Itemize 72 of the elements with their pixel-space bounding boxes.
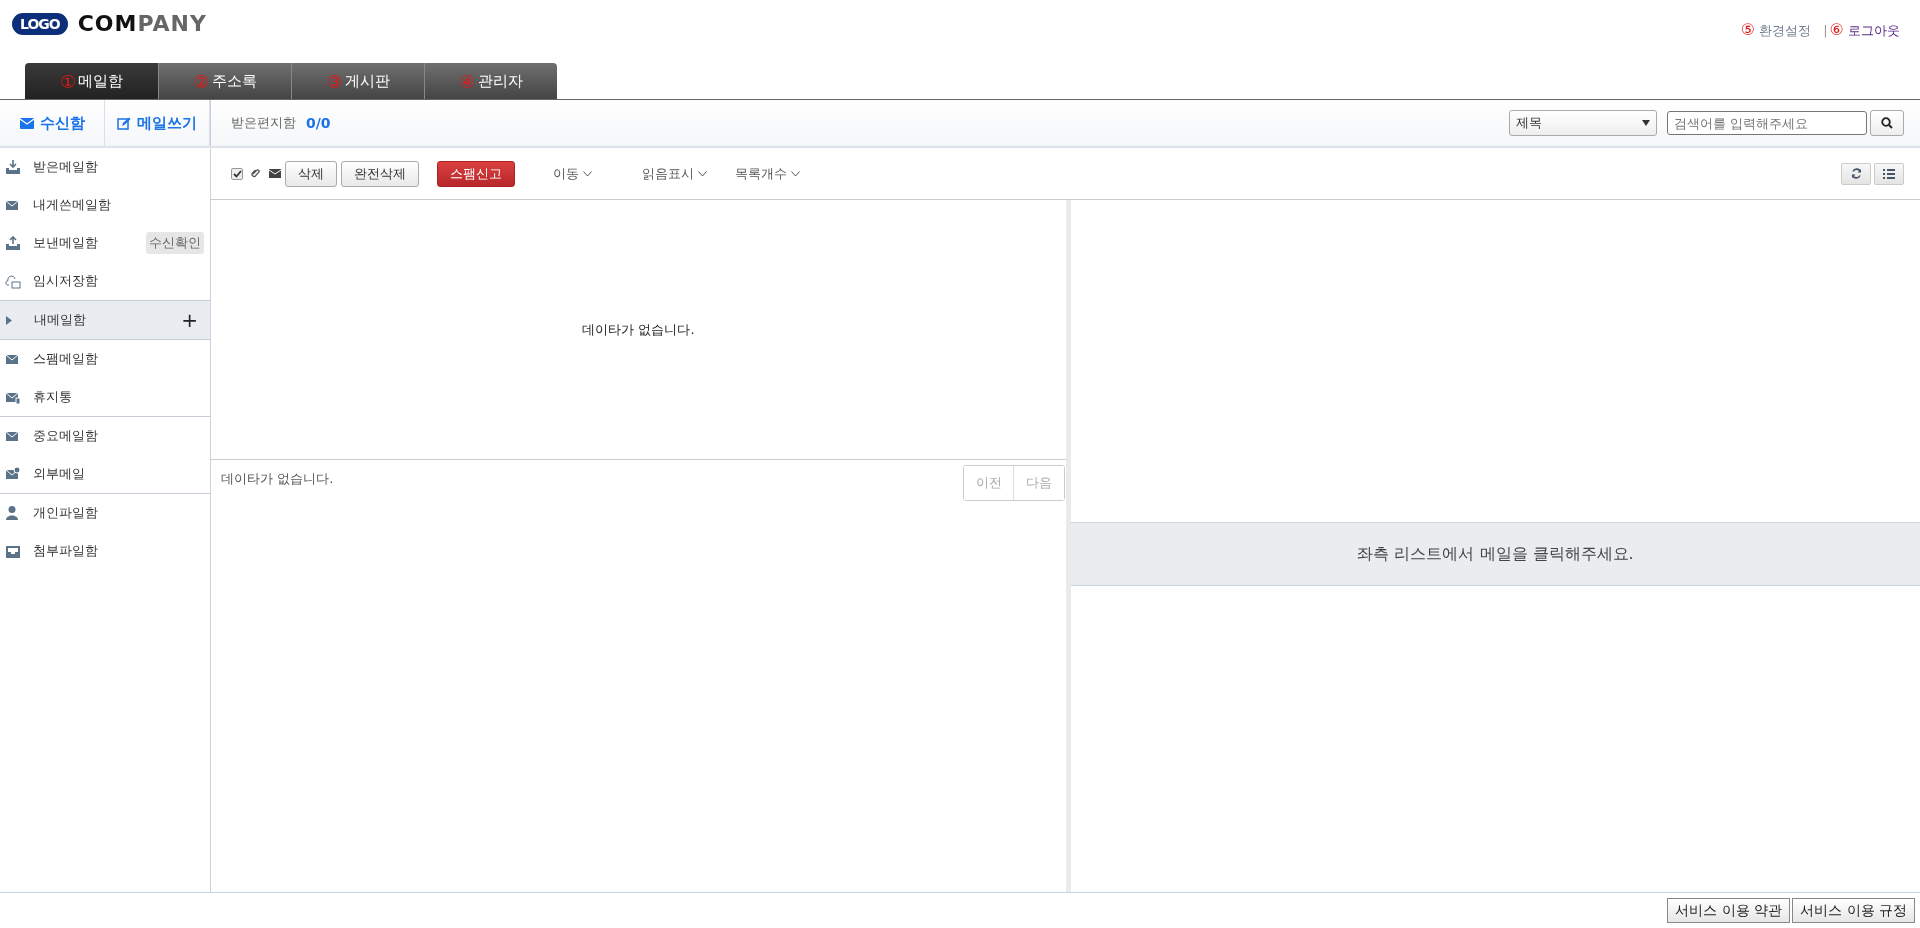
dropdown-arrow-icon (1642, 120, 1650, 126)
mailbox-label: 중요메일함 (33, 427, 99, 445)
list-view-button[interactable] (1874, 162, 1904, 185)
nav-tab[interactable]: ① 메일함 (25, 63, 158, 99)
mailbox-label: 외부메일 (33, 465, 86, 483)
search-button[interactable] (1870, 110, 1904, 136)
list-icon (1883, 168, 1895, 179)
mailbox-label: 첨부파일함 (33, 542, 99, 560)
mailbox-item[interactable]: 개인파일함 (0, 494, 210, 532)
mailbox-label: 개인파일함 (33, 504, 99, 522)
toolbar-dropdown[interactable]: 읽음표시 (642, 164, 707, 183)
toolbar-dropdown[interactable]: 목록개수 (735, 164, 800, 183)
preview-message: 좌측 리스트에서 메일을 클릭해주세요. (1357, 543, 1634, 565)
envelope-icon (19, 117, 34, 129)
mailbox-item[interactable]: 휴지통 (0, 378, 210, 416)
mailbox-label: 내게쓴메일함 (33, 196, 112, 214)
spam-report-button[interactable]: 스팸신고 (437, 160, 515, 187)
envelope-icon (269, 169, 281, 178)
search-input[interactable]: 검색어를 입력해주세요 (1667, 111, 1867, 135)
search-icon (1881, 117, 1893, 129)
delete-button[interactable]: 삭제 (285, 160, 337, 187)
envelope-globe-icon (5, 466, 21, 482)
cloud-envelope-icon (5, 273, 21, 289)
nav-tab[interactable]: ③ 게시판 (291, 63, 424, 99)
mailbox-item[interactable]: 내메일함 + (0, 301, 210, 339)
pencil-square-icon (117, 116, 131, 130)
refresh-button[interactable] (1841, 162, 1871, 185)
chevron-down-icon (698, 170, 707, 177)
tray-download-icon (5, 159, 21, 175)
nav-tab[interactable]: ④ 관리자 (424, 63, 557, 99)
inbox-button[interactable]: 수신함 (0, 100, 105, 146)
terms-button[interactable]: 서비스 이용 규정 (1792, 898, 1915, 923)
chevron-down-icon (583, 170, 592, 177)
logo-mark: LOGO (12, 12, 68, 35)
caret-right-icon[interactable] (6, 315, 12, 325)
mailbox-label: 내메일함 (34, 311, 87, 329)
link-separator: | (1823, 22, 1828, 38)
delete-button[interactable]: 완전삭제 (341, 160, 419, 187)
mailbox-item[interactable]: 외부메일 (0, 455, 210, 493)
tray-upload-icon (5, 235, 21, 251)
tray-icon (5, 543, 21, 559)
read-receipt-badge[interactable]: 수신확인 (146, 232, 204, 254)
nav-tab[interactable]: ② 주소록 (158, 63, 291, 99)
mailbox-label: 보낸메일함 (33, 234, 99, 252)
person-icon (5, 505, 21, 521)
paperclip-icon (251, 168, 261, 179)
company-name: COMPANY (77, 11, 207, 36)
add-folder-button[interactable]: + (181, 308, 198, 332)
toolbar-dropdown[interactable]: 이동 (553, 164, 592, 183)
mailbox-item[interactable]: 스팸메일함 (0, 340, 210, 378)
settings-link[interactable]: ⑤ 환경설정 (1740, 20, 1812, 40)
mail-count: 0/0 (306, 115, 331, 131)
terms-button[interactable]: 서비스 이용 약관 (1667, 898, 1791, 923)
empty-message: 데이타가 없습니다. (221, 470, 334, 488)
mailbox-item[interactable]: 중요메일함 (0, 417, 210, 455)
mailbox-label: 임시저장함 (33, 272, 99, 290)
chevron-down-icon (791, 170, 800, 177)
empty-list-message: 데이타가 없습니다. (582, 320, 695, 339)
mailbox-item[interactable]: 보낸메일함 수신확인 (0, 224, 210, 262)
mailbox-item[interactable]: 내게쓴메일함 (0, 186, 210, 224)
mailbox-label: 받은메일함 (33, 158, 99, 176)
refresh-icon (1850, 168, 1862, 179)
compose-button[interactable]: 메일쓰기 (105, 100, 210, 146)
mailbox-item[interactable]: 받은메일함 (0, 148, 210, 186)
folder-title: 받은편지함 (231, 114, 296, 132)
mailbox-label: 스팸메일함 (33, 350, 99, 368)
mailbox-item[interactable]: 첨부파일함 (0, 532, 210, 570)
search-field-select[interactable]: 제목 (1509, 110, 1657, 136)
select-all-checkbox[interactable] (231, 167, 243, 180)
mailbox-item[interactable]: 임시저장함 (0, 262, 210, 300)
mailbox-label: 휴지통 (33, 388, 73, 406)
logout-link[interactable]: ⑥ 로그아웃 (1829, 20, 1900, 40)
